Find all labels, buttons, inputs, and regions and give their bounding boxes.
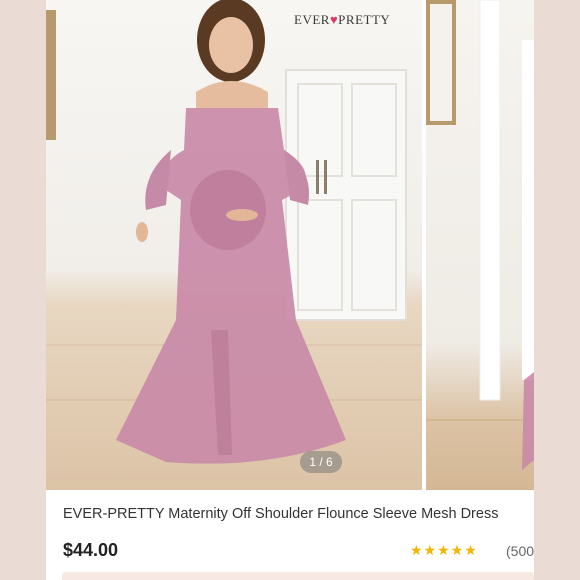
image-counter: 1 / 6 <box>300 451 342 473</box>
heart-icon: ♥ <box>329 12 339 27</box>
product-image-next[interactable] <box>426 0 534 490</box>
bottom-bar <box>62 572 534 580</box>
brand-logo: EVER♥PRETTY <box>294 12 391 27</box>
product-price: $44.00 <box>63 540 119 560</box>
review-count[interactable]: (500 <box>506 543 534 559</box>
product-info <box>46 490 534 580</box>
product-photo <box>46 0 422 464</box>
image-gallery[interactable]: EVER♥PRETTY 1 / 6 <box>46 0 534 490</box>
product-image-main[interactable]: EVER♥PRETTY 1 / 6 <box>46 0 422 490</box>
product-title[interactable]: EVER-PRETTY Maternity Off Shoulder Floun… <box>63 506 533 522</box>
product-card: EVER♥PRETTY 1 / 6 EVER-PRETTY Maternity … <box>46 0 534 580</box>
next-product-photo <box>426 0 534 470</box>
rating-stars-icon: ★★★★★ <box>410 542 478 558</box>
